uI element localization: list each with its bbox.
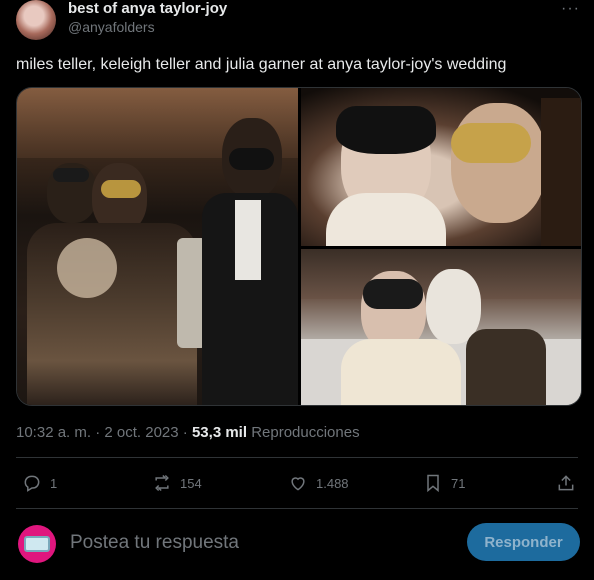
like-action[interactable]: 1.488 [288,468,349,498]
repost-count: 154 [180,475,202,491]
photo-boat-interior[interactable] [17,88,298,405]
divider-top [16,457,578,458]
reply-button[interactable]: Responder [467,523,580,561]
media-grid [16,87,582,406]
author-handle[interactable]: @anyafolders [68,19,155,35]
post-text: miles teller, keleigh teller and julia g… [16,56,507,73]
author-avatar[interactable] [16,0,56,40]
post-time[interactable]: 10:32 a. m. [16,424,91,441]
bookmark-action[interactable]: 71 [423,468,465,498]
post-meta: 10:32 a. m. · 2 oct. 2023 · 53,3 mil Rep… [16,424,360,441]
author-name[interactable]: best of anya taylor-joy [68,0,227,17]
like-count: 1.488 [316,475,349,491]
divider-bottom [16,508,578,509]
like-icon [291,477,305,491]
more-icon[interactable]: ··· [561,0,580,18]
reply-icon [24,475,40,492]
reply-input[interactable]: Postea tu respuesta [70,532,239,554]
views-label: Reproducciones [251,424,360,441]
reply-count: 1 [50,475,58,491]
repost-icon [155,474,169,492]
my-avatar[interactable] [18,525,56,563]
action-bar: 1 154 1.488 71 [0,468,594,498]
bookmark-icon [427,474,439,493]
share-action[interactable] [556,468,576,498]
share-icon [558,475,574,491]
reply-action[interactable]: 1 [22,468,57,498]
photo-masks-closeup[interactable] [301,88,581,246]
repost-action[interactable]: 154 [152,468,202,498]
photo-boat-seat[interactable] [301,249,581,405]
bookmark-count: 71 [451,475,466,491]
views-count: 53,3 mil [191,424,248,441]
post-date[interactable]: 2 oct. 2023 [104,424,178,441]
